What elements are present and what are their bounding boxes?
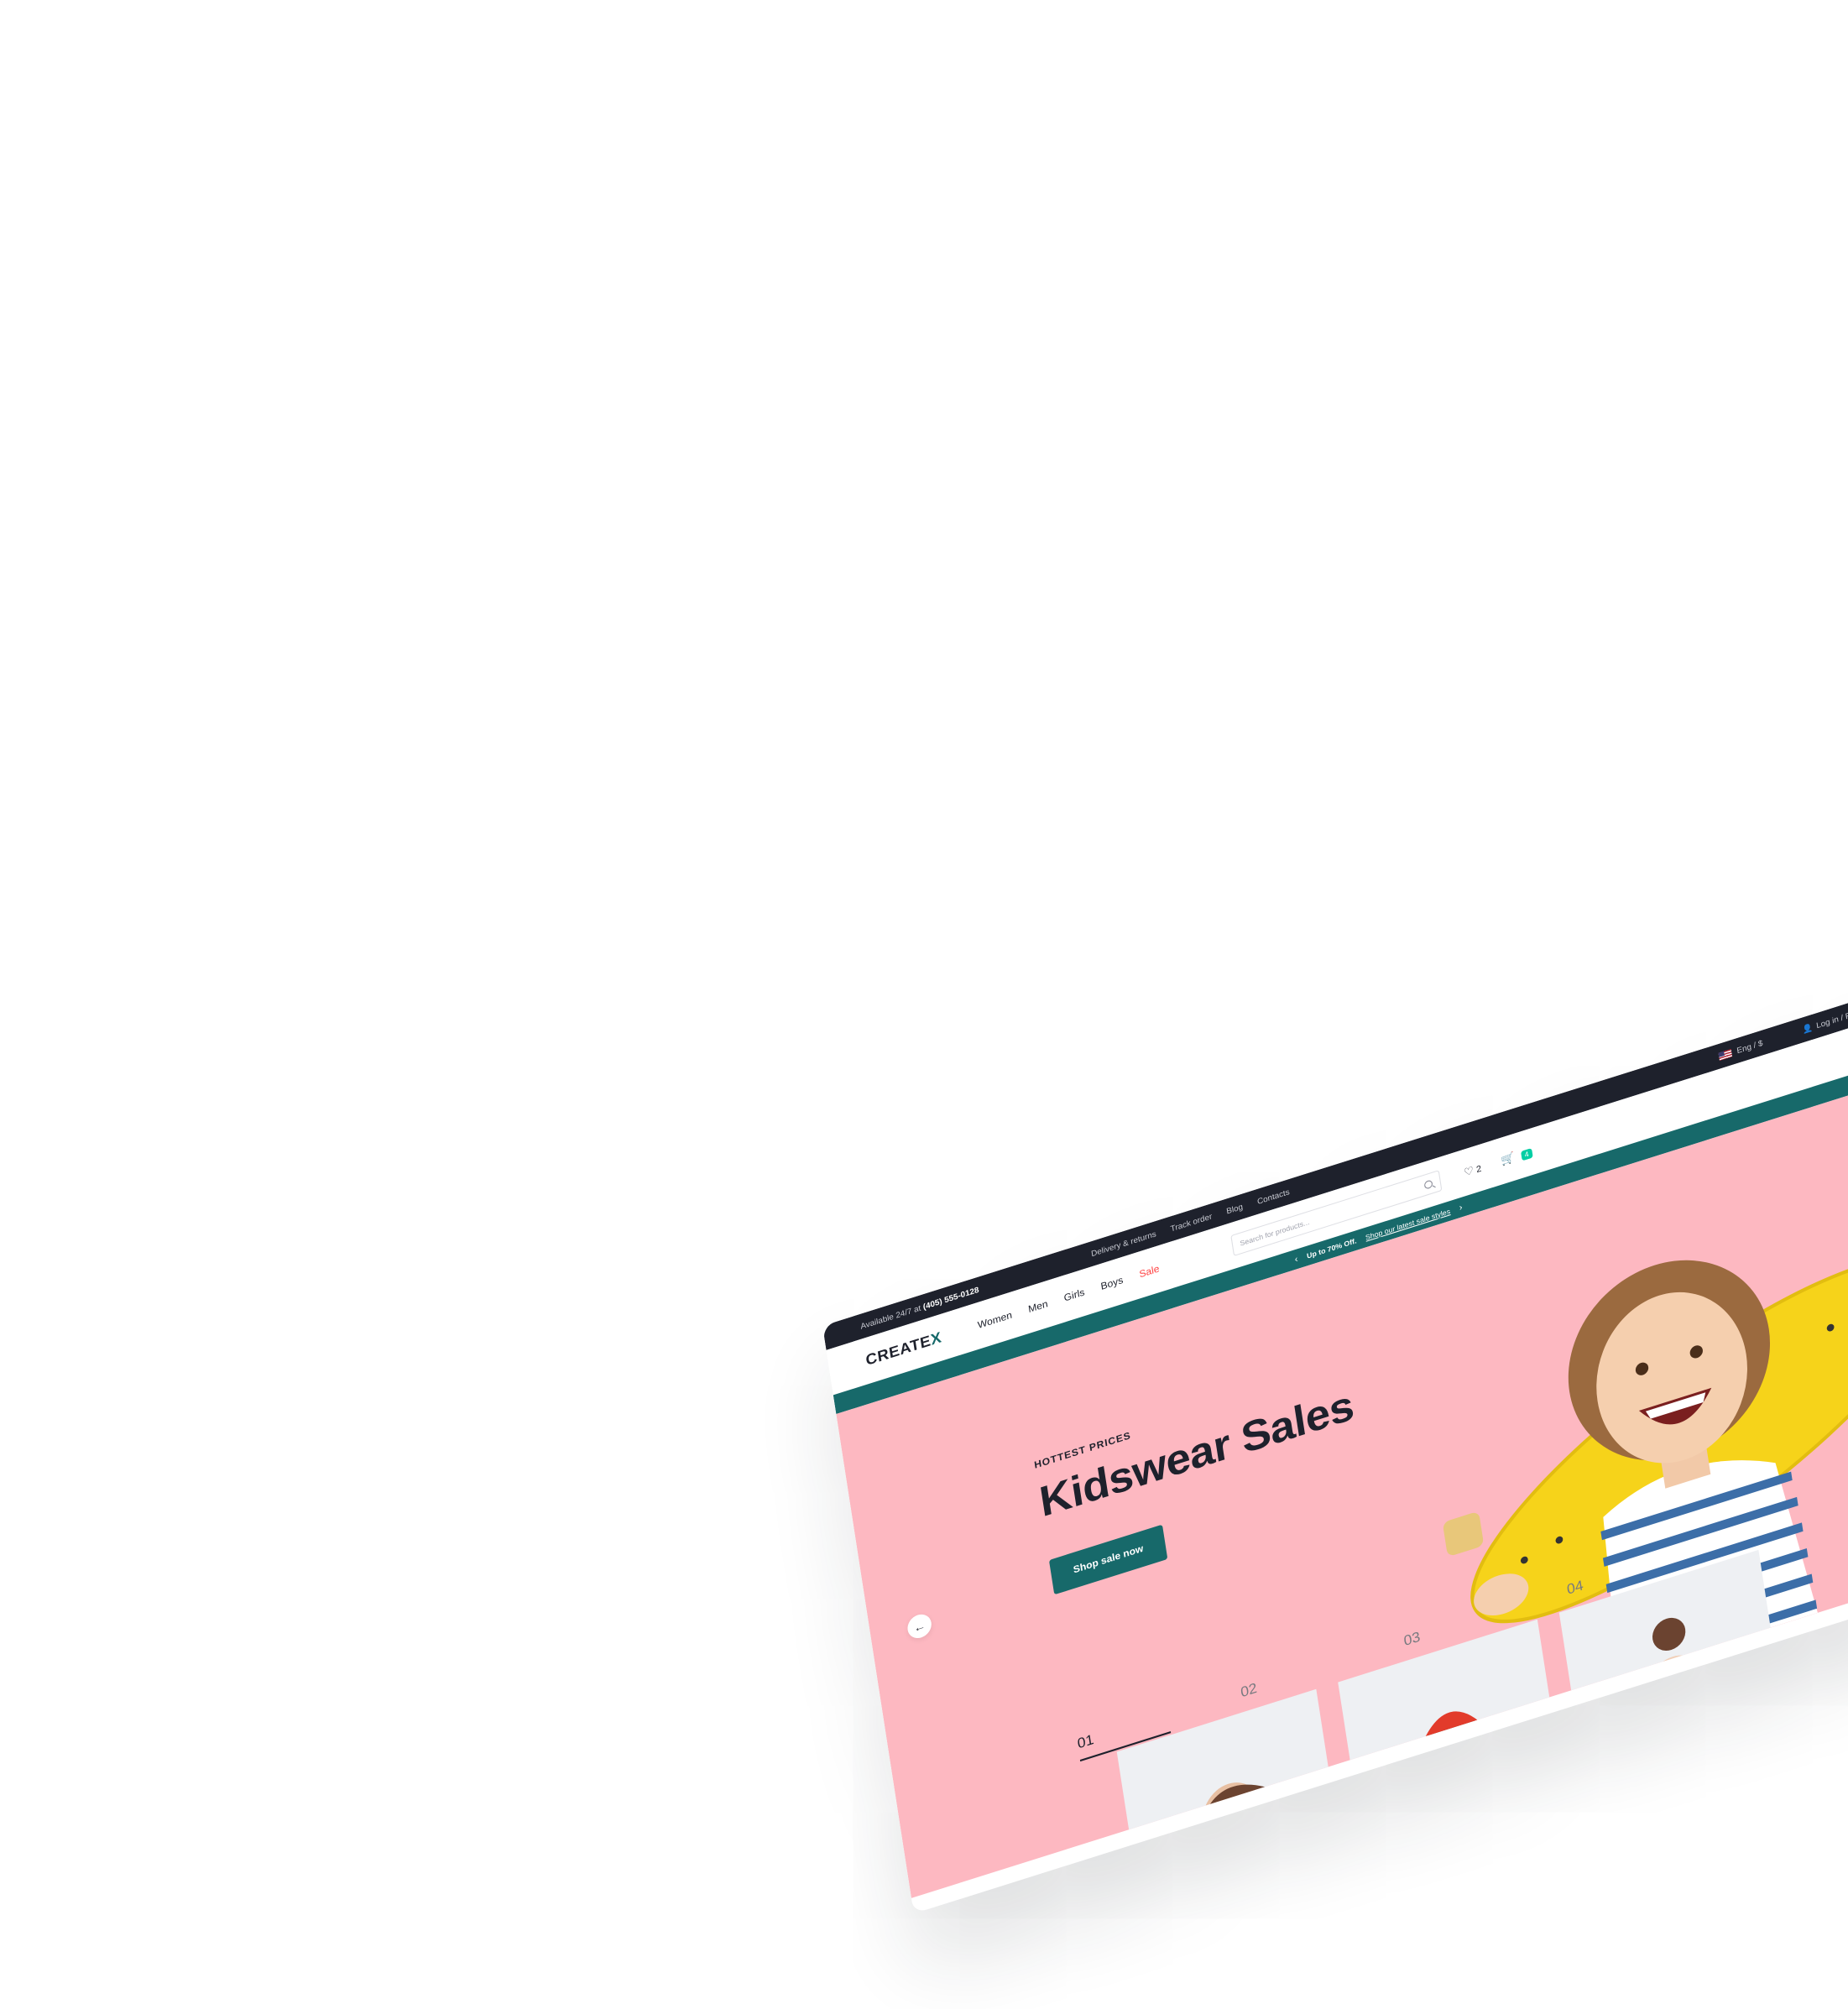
chevron-right-icon[interactable]: › <box>1459 1203 1463 1213</box>
hero-text: HOTTEST PRICES Kidswear Sales Shop sale … <box>1034 1362 1368 1595</box>
cart-count-badge: 4 <box>1520 1148 1533 1161</box>
nav-women[interactable]: Women <box>977 1310 1013 1331</box>
heart-icon: ♡ <box>1463 1163 1475 1179</box>
link-blog[interactable]: Blog <box>1226 1202 1244 1215</box>
nav-sale[interactable]: Sale <box>1139 1264 1161 1281</box>
wishlist-button[interactable]: ♡ 2 <box>1463 1161 1482 1179</box>
wishlist-count: 2 <box>1475 1164 1483 1176</box>
cart-button[interactable]: 🛒 4 <box>1501 1145 1533 1167</box>
cart-icon: 🛒 <box>1500 1151 1516 1167</box>
browser-mockup: Available 24/7 at (405) 555-0128 Deliver… <box>822 984 1848 1914</box>
chevron-left-icon[interactable]: ‹ <box>1294 1254 1298 1264</box>
flag-icon <box>1718 1048 1732 1061</box>
nav-boys[interactable]: Boys <box>1100 1275 1124 1292</box>
shop-sale-button[interactable]: Shop sale now <box>1048 1524 1168 1595</box>
search-placeholder: Search for products... <box>1239 1218 1310 1248</box>
search-icon[interactable] <box>1423 1178 1433 1190</box>
arrow-left-icon[interactable]: ← <box>906 1611 933 1641</box>
nav-men[interactable]: Men <box>1027 1299 1048 1316</box>
user-icon: 👤 <box>1801 1022 1814 1035</box>
scene: Available 24/7 at (405) 555-0128 Deliver… <box>0 0 1848 2009</box>
link-contacts[interactable]: Contacts <box>1256 1187 1290 1206</box>
header-actions: ♡ 2 🛒 4 <box>1463 1145 1533 1179</box>
nav-girls[interactable]: Girls <box>1063 1287 1085 1304</box>
